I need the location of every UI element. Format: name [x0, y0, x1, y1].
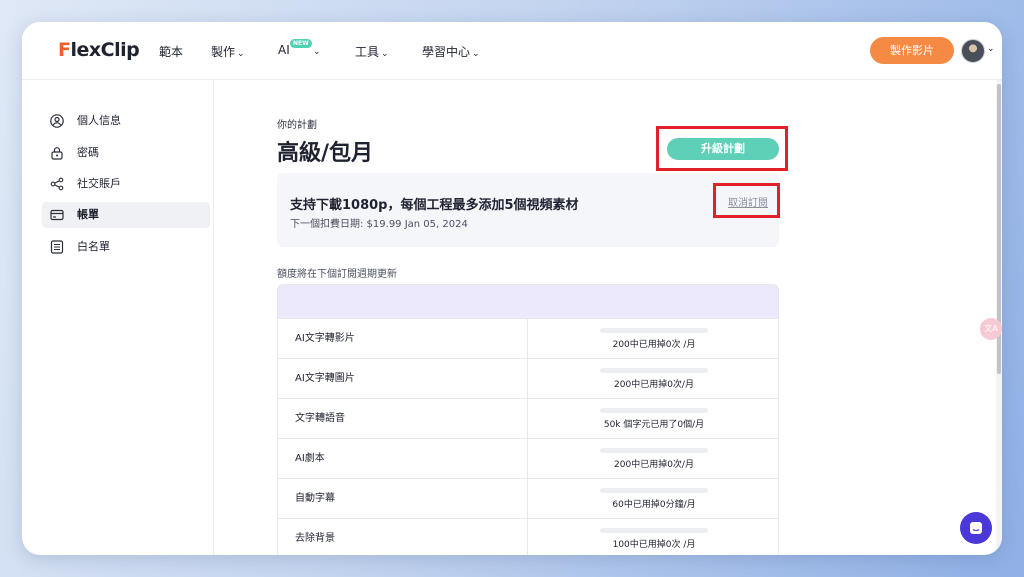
sidebar-item-label: 帳單: [77, 208, 99, 221]
nav-templates[interactable]: 範本: [159, 43, 183, 60]
usage-cell: 100中已用掉0次 /月: [528, 519, 778, 555]
avatar[interactable]: [961, 39, 985, 63]
table-row: 自動字幕 60中已用掉0分鐘/月: [278, 478, 778, 519]
sidebar-item-whitelist[interactable]: 白名單: [42, 234, 210, 260]
usage-value: 200中已用掉0次/月: [614, 460, 694, 470]
chevron-down-icon: ⌄: [313, 47, 321, 57]
user-icon: [50, 114, 64, 128]
table-row: 文字轉語音 50k 個字元已用了0個/月: [278, 398, 778, 439]
table-row: AI文字轉影片 200中已用掉0次 /月: [278, 318, 778, 359]
usage-value: 50k 個字元已用了0個/月: [603, 420, 705, 430]
usage-name: AI劇本: [278, 439, 528, 479]
sidebar-item-profile[interactable]: 個人信息: [42, 108, 210, 134]
usage-progress-bar: [600, 368, 708, 373]
sidebar-item-social[interactable]: 社交賬戶: [42, 171, 210, 197]
sidebar-item-label: 社交賬戶: [77, 177, 121, 190]
usage-value: 200中已用掉0次 /月: [612, 340, 696, 350]
usage-table: AI文字轉影片 200中已用掉0次 /月 AI文字轉圖片 200中已用掉0次/月…: [277, 284, 779, 555]
usage-cell: 200中已用掉0次/月: [528, 359, 778, 399]
make-video-button[interactable]: 製作影片: [870, 37, 954, 64]
usage-cell: 200中已用掉0次/月: [528, 439, 778, 479]
sidebar-item-label: 白名單: [77, 240, 110, 253]
usage-name: 自動字幕: [278, 479, 528, 519]
lock-icon: [51, 147, 63, 160]
plan-feature: 支持下載1080p，每個工程最多添加5個視頻素材: [290, 198, 579, 213]
share-icon: [50, 177, 64, 191]
translate-icon[interactable]: 文A: [980, 318, 1002, 340]
usage-value: 60中已用掉0分鐘/月: [612, 500, 696, 510]
usage-name: 文字轉語音: [278, 399, 528, 439]
chat-icon: [970, 522, 982, 534]
top-navbar: FlexClip 範本 製作 ⌄ AI NEW ⌄ 工具 ⌄ 學習中心 ⌄ 製作影片 …: [22, 22, 1002, 80]
flexclip-logo[interactable]: FlexClip: [58, 39, 140, 61]
usage-name: 去除背景: [278, 519, 528, 555]
usage-name: AI文字轉影片: [278, 319, 528, 359]
chevron-down-icon: ⌄: [472, 49, 480, 59]
plan-label: 你的計劃: [277, 120, 317, 131]
app-window: FlexClip 範本 製作 ⌄ AI NEW ⌄ 工具 ⌄ 學習中心 ⌄ 製作影片 …: [22, 22, 1002, 555]
usage-progress-bar: [600, 408, 708, 413]
usage-cell: 50k 個字元已用了0個/月: [528, 399, 778, 439]
usage-name: AI文字轉圖片: [278, 359, 528, 399]
list-icon: [50, 240, 64, 254]
usage-cell: 60中已用掉0分鐘/月: [528, 479, 778, 519]
table-row: 去除背景 100中已用掉0次 /月: [278, 518, 778, 555]
chevron-down-icon: ⌄: [381, 49, 389, 59]
next-billing-date: 下一個扣費日期: $19.99 Jan 05, 2024: [290, 219, 468, 230]
nav-ai-chevron[interactable]: ⌄: [311, 43, 321, 57]
table-row: AI文字轉圖片 200中已用掉0次/月: [278, 358, 778, 399]
card-icon: [50, 209, 64, 221]
chevron-down-icon: ⌄: [237, 49, 245, 59]
sidebar-item-billing[interactable]: 帳單: [42, 202, 210, 228]
quota-note: 額度將在下個訂閱週期更新: [277, 269, 397, 280]
nav-create[interactable]: 製作 ⌄: [211, 43, 245, 60]
usage-progress-bar: [600, 328, 708, 333]
chat-button[interactable]: [960, 512, 992, 544]
nav-tools[interactable]: 工具 ⌄: [355, 43, 389, 60]
usage-cell: 200中已用掉0次 /月: [528, 319, 778, 359]
usage-progress-bar: [600, 448, 708, 453]
upgrade-plan-button[interactable]: 升級計劃: [667, 138, 779, 160]
cancel-subscription-link[interactable]: 取消訂閱: [728, 194, 768, 209]
usage-value: 100中已用掉0次 /月: [612, 540, 696, 550]
settings-sidebar: 個人信息 密碼 社交賬戶 帳單 白名單: [22, 80, 214, 555]
sidebar-item-label: 個人信息: [77, 114, 121, 127]
nav-learning-center[interactable]: 學習中心 ⌄: [422, 43, 480, 60]
sidebar-item-label: 密碼: [77, 146, 99, 159]
table-row: AI劇本 200中已用掉0次/月: [278, 438, 778, 479]
sidebar-item-password[interactable]: 密碼: [42, 140, 210, 166]
plan-info-card: 支持下載1080p，每個工程最多添加5個視頻素材 下一個扣費日期: $19.99…: [277, 173, 779, 247]
new-badge: NEW: [290, 39, 312, 48]
nav-ai[interactable]: AI: [278, 43, 290, 57]
usage-table-header: [278, 285, 778, 318]
usage-value: 200中已用掉0次/月: [614, 380, 694, 390]
plan-title: 高級/包月: [277, 141, 374, 166]
usage-progress-bar: [600, 488, 708, 493]
usage-progress-bar: [600, 528, 708, 533]
chevron-down-icon[interactable]: ⌄: [987, 44, 995, 54]
